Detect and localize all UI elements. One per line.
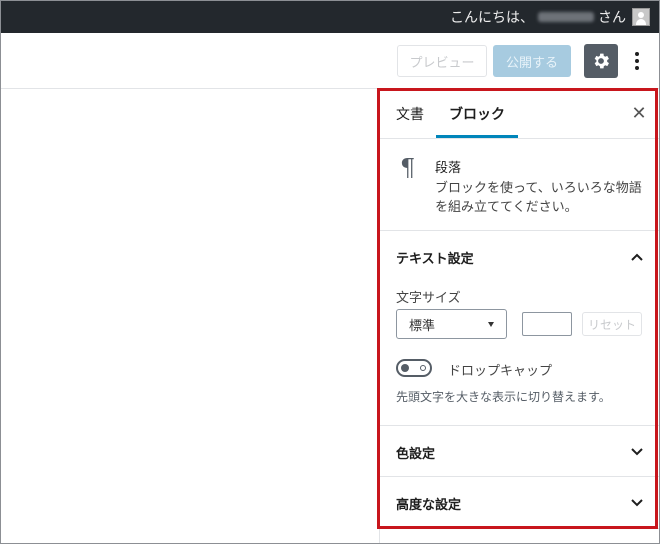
drop-cap-label: ドロップキャップ bbox=[448, 364, 553, 379]
color-settings-panel: 色設定 bbox=[380, 426, 660, 477]
custom-font-size-input[interactable] bbox=[522, 312, 572, 336]
admin-bar: こんにちは、 さん bbox=[0, 0, 660, 33]
redacted-username bbox=[538, 11, 594, 22]
greeting-prefix: こんにちは、 bbox=[450, 9, 534, 26]
paragraph-icon: ¶ bbox=[400, 154, 416, 182]
text-settings-toggle[interactable]: テキスト設定 bbox=[396, 248, 474, 267]
toggle-off-indicator bbox=[420, 365, 426, 371]
sidebar-tabs: 文書 ブロック ✕ bbox=[380, 89, 660, 139]
user-avatar-icon[interactable] bbox=[632, 7, 650, 26]
greeting-suffix: さん bbox=[598, 9, 626, 26]
chevron-down-icon[interactable] bbox=[630, 496, 644, 510]
more-options-button[interactable] bbox=[626, 44, 648, 78]
font-size-selected: 標準 bbox=[409, 318, 436, 334]
gear-icon bbox=[594, 53, 609, 69]
tab-block[interactable]: ブロック bbox=[436, 89, 518, 138]
editor-toolbar: プレビュー 公開する bbox=[0, 33, 660, 89]
color-settings-toggle[interactable]: 色設定 bbox=[396, 443, 435, 462]
font-size-label: 文字サイズ bbox=[396, 291, 461, 306]
advanced-settings-toggle[interactable]: 高度な設定 bbox=[396, 494, 461, 513]
tab-document[interactable]: 文書 bbox=[396, 89, 424, 139]
text-settings-panel: テキスト設定 文字サイズ 標準 リセット ドロップキャップ 先頭文字を大きな表示… bbox=[380, 231, 660, 426]
preview-button[interactable]: プレビュー bbox=[397, 45, 487, 77]
account-greeting[interactable]: こんにちは、 さん bbox=[450, 7, 650, 27]
publish-button[interactable]: 公開する bbox=[493, 45, 571, 77]
settings-sidebar: 文書 ブロック ✕ ¶ 段落 ブロックを使って、いろいろな物語を組み立ててくださ… bbox=[379, 89, 660, 544]
block-card: ¶ 段落 ブロックを使って、いろいろな物語を組み立ててください。 bbox=[380, 140, 660, 231]
toggle-knob bbox=[401, 364, 409, 372]
chevron-down-icon[interactable] bbox=[630, 445, 644, 459]
block-card-description: ブロックを使って、いろいろな物語を組み立ててください。 bbox=[435, 181, 642, 215]
font-size-select[interactable]: 標準 bbox=[396, 309, 507, 339]
vertical-ellipsis-icon bbox=[635, 52, 639, 70]
dropdown-caret-icon bbox=[488, 322, 494, 327]
settings-button[interactable] bbox=[584, 44, 618, 78]
drop-cap-toggle[interactable] bbox=[396, 359, 432, 377]
block-card-title: 段落 bbox=[435, 161, 462, 176]
close-icon[interactable]: ✕ bbox=[630, 105, 648, 123]
drop-cap-help: 先頭文字を大きな表示に切り替えます。 bbox=[396, 390, 611, 404]
advanced-settings-panel: 高度な設定 bbox=[380, 477, 660, 529]
chevron-up-icon[interactable] bbox=[630, 250, 644, 264]
reset-button[interactable]: リセット bbox=[582, 312, 642, 336]
